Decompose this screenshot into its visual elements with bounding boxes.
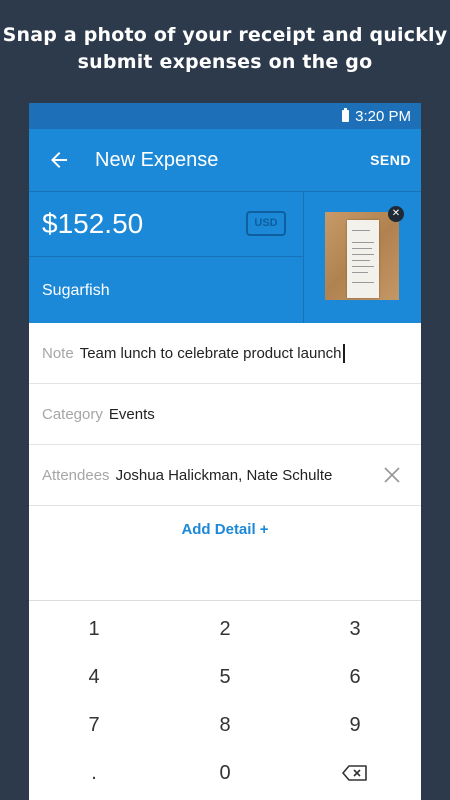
add-detail-button[interactable]: Add Detail + <box>29 521 421 538</box>
promo-caption: Snap a photo of your receipt and quickly… <box>0 22 450 76</box>
receipt-paper <box>347 220 379 298</box>
remove-receipt-icon[interactable]: ✕ <box>388 206 404 222</box>
category-value[interactable]: Events <box>109 406 155 423</box>
backspace-icon[interactable] <box>342 765 368 781</box>
amount-row[interactable]: $152.50 USD <box>29 192 303 257</box>
note-label: Note <box>42 344 74 362</box>
attendees-value[interactable]: Joshua Halickman, Nate Schulte <box>116 467 333 484</box>
key-decimal[interactable]: . <box>44 751 144 795</box>
back-arrow-icon[interactable] <box>47 148 71 172</box>
divider <box>303 192 304 323</box>
merchant-name[interactable]: Sugarfish <box>42 282 110 300</box>
status-bar: 3:20 PM <box>29 103 421 129</box>
key-4[interactable]: 4 <box>44 655 144 699</box>
status-time: 3:20 PM <box>355 107 411 125</box>
text-cursor <box>342 343 345 363</box>
key-5[interactable]: 5 <box>175 655 275 699</box>
key-6[interactable]: 6 <box>305 655 405 699</box>
app-bar: New Expense SEND <box>29 129 421 191</box>
phone-screen: 3:20 PM New Expense SEND $152.50 USD Sug… <box>29 103 421 800</box>
key-1[interactable]: 1 <box>44 607 144 651</box>
key-0[interactable]: 0 <box>175 751 275 795</box>
currency-badge[interactable]: USD <box>246 211 286 236</box>
amount-value[interactable]: $152.50 <box>42 208 143 240</box>
send-button[interactable]: SEND <box>370 146 411 174</box>
key-7[interactable]: 7 <box>44 703 144 747</box>
category-label: Category <box>42 405 103 423</box>
battery-icon <box>342 108 350 122</box>
expense-summary: $152.50 USD Sugarfish ✕ <box>29 191 421 323</box>
receipt-thumbnail[interactable] <box>325 212 399 300</box>
page-title: New Expense <box>95 148 219 171</box>
key-8[interactable]: 8 <box>175 703 275 747</box>
clear-x-icon[interactable] <box>383 466 401 484</box>
note-input[interactable]: Team lunch to celebrate product launch <box>80 345 342 362</box>
category-field[interactable]: Category Events <box>29 384 421 445</box>
expense-details: $152.50 USD Sugarfish <box>29 192 303 323</box>
key-2[interactable]: 2 <box>175 607 275 651</box>
promo-line-1: Snap a photo of your receipt and quickly <box>2 24 448 46</box>
attendees-field[interactable]: Attendees Joshua Halickman, Nate Schulte <box>29 445 421 506</box>
key-3[interactable]: 3 <box>305 607 405 651</box>
keypad-divider <box>29 600 421 601</box>
promo-line-2: submit expenses on the go <box>77 51 373 73</box>
key-9[interactable]: 9 <box>305 703 405 747</box>
attendees-label: Attendees <box>42 466 110 484</box>
note-field[interactable]: Note Team lunch to celebrate product lau… <box>29 323 421 384</box>
